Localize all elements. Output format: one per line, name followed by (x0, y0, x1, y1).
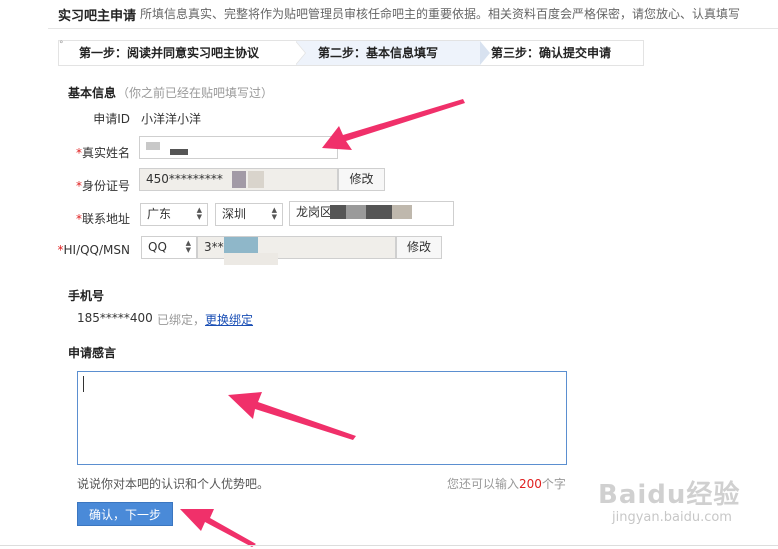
arrow-to-submit (180, 509, 256, 547)
annotation-arrows (180, 99, 465, 547)
arrow-to-real-name (322, 99, 465, 150)
watermark-url: jingyan.baidu.com (612, 510, 732, 525)
bottom-divider (0, 545, 778, 546)
baidu-jingyan-watermark: Baidu经验 (598, 480, 741, 510)
arrow-to-statement (228, 392, 356, 440)
